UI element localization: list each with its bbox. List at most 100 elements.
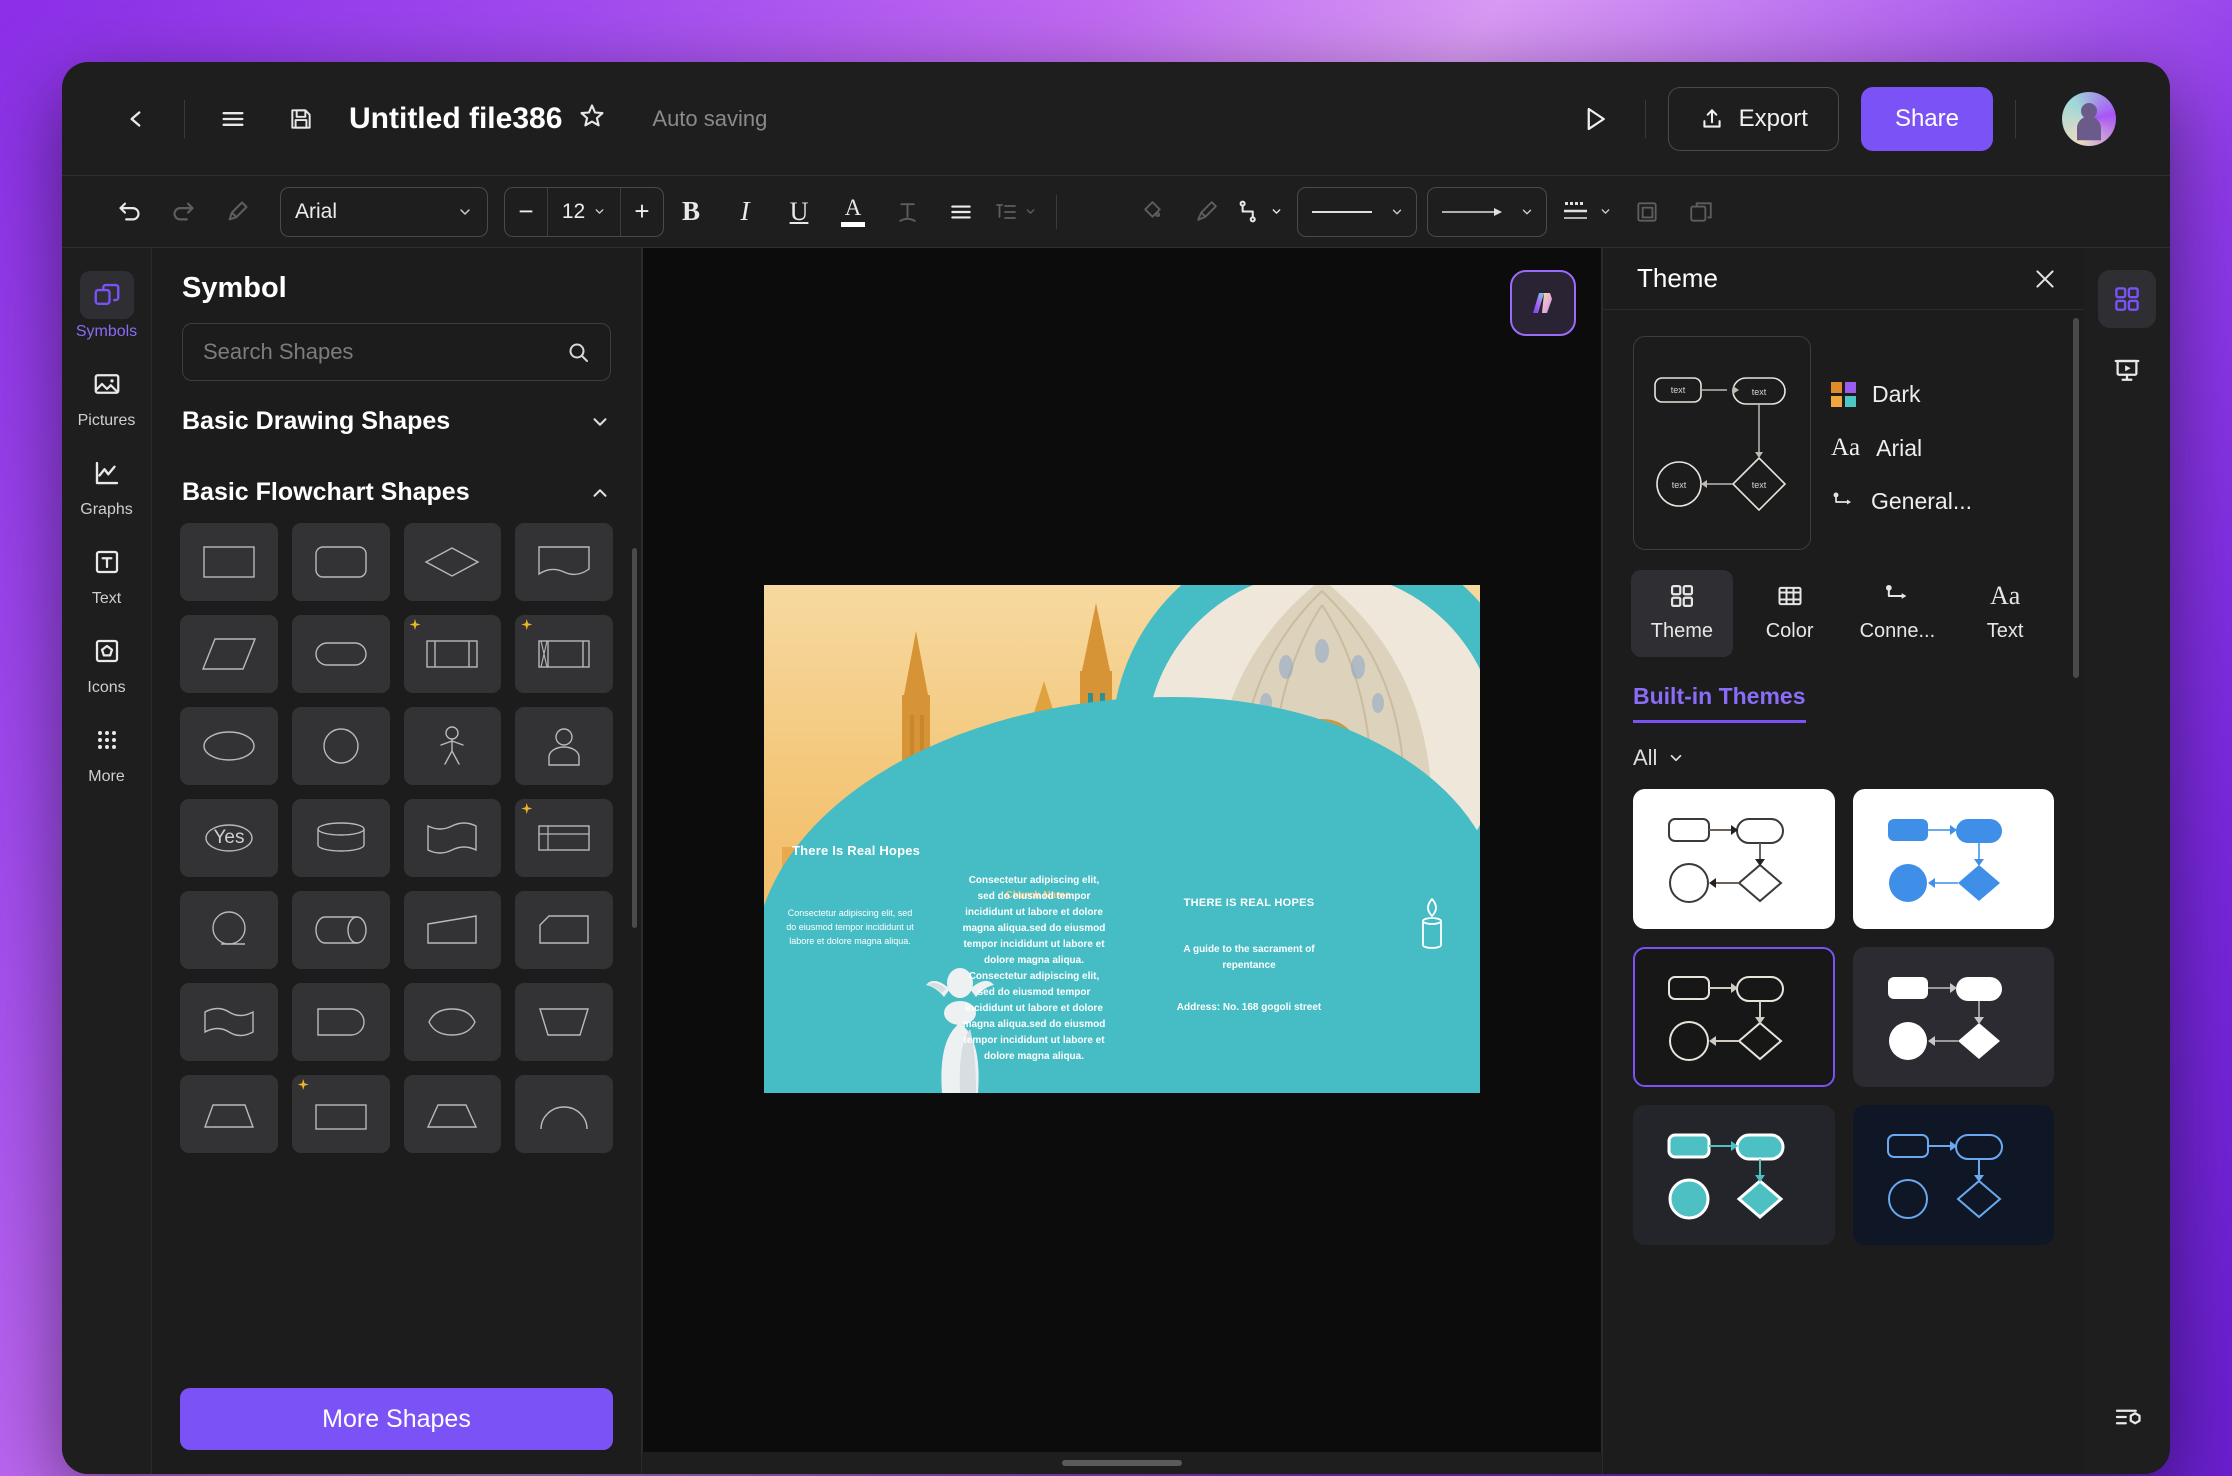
- theme-card-dark-white[interactable]: [1852, 947, 2054, 1087]
- shape-yes-ellipse[interactable]: Yes: [180, 799, 278, 877]
- shape-user-avatar[interactable]: [515, 707, 613, 785]
- shape-wave-document[interactable]: [180, 983, 278, 1061]
- shape-hexagon-partial[interactable]: [403, 1075, 502, 1153]
- shape-direct-access-storage[interactable]: [291, 891, 390, 969]
- font-size-decrease[interactable]: −: [505, 188, 547, 236]
- theme-card-light-outline[interactable]: [1633, 789, 1835, 929]
- shape-rect-partial[interactable]: [291, 1075, 390, 1153]
- shape-rounded-rectangle[interactable]: [291, 523, 390, 601]
- theme-card-light-blue[interactable]: [1852, 789, 2054, 929]
- play-present-icon[interactable]: [1567, 91, 1623, 147]
- brochure-document[interactable]: There Is Real Hopes Consectetur adipisci…: [764, 585, 1480, 1093]
- theme-card-navy-blue[interactable]: [1852, 1105, 2054, 1245]
- frame-icon[interactable]: [1620, 185, 1674, 239]
- chevron-down-icon: [460, 208, 470, 215]
- shape-ellipse[interactable]: [180, 707, 278, 785]
- sidebar-item-pictures[interactable]: Pictures: [68, 351, 146, 434]
- shape-arc-partial[interactable]: [515, 1075, 613, 1153]
- section-basic-flowchart-shapes[interactable]: Basic Flowchart Shapes: [152, 452, 641, 523]
- line-weight-icon[interactable]: [1561, 185, 1612, 239]
- text-box-icon[interactable]: [1071, 185, 1125, 239]
- line-spacing-icon[interactable]: [988, 185, 1042, 239]
- sidebar-item-graphs[interactable]: Graphs: [68, 440, 146, 523]
- hamburger-menu-icon[interactable]: [207, 93, 259, 145]
- tab-color[interactable]: Color: [1739, 570, 1841, 657]
- share-button[interactable]: Share: [1860, 86, 1993, 151]
- sidebar-item-icons[interactable]: Icons: [68, 618, 146, 701]
- undo-icon[interactable]: [102, 185, 156, 239]
- floppy-save-icon[interactable]: [275, 93, 327, 145]
- shape-delay[interactable]: [291, 983, 390, 1061]
- search-input[interactable]: [203, 339, 566, 365]
- built-in-themes-tab[interactable]: Built-in Themes: [1633, 683, 1806, 723]
- tab-text[interactable]: Aa Text: [1954, 570, 2056, 657]
- search-icon[interactable]: [566, 340, 590, 364]
- export-button[interactable]: Export: [1667, 86, 1839, 151]
- canvas-horizontal-scrollbar[interactable]: [1062, 1460, 1182, 1466]
- shape-table[interactable]: [515, 799, 613, 877]
- theme-card-dark-outline[interactable]: [1633, 947, 1835, 1087]
- shape-manual-operation[interactable]: [515, 983, 613, 1061]
- theme-property-font[interactable]: Aa Arial: [1831, 434, 1972, 462]
- font-size-increase[interactable]: +: [621, 188, 663, 236]
- symbol-panel-scrollbar[interactable]: [632, 548, 637, 928]
- font-color-button[interactable]: A: [826, 185, 880, 239]
- connector-icon[interactable]: [1233, 185, 1287, 239]
- shape-database-cylinder[interactable]: [291, 799, 390, 877]
- sidebar-item-label: More: [88, 768, 125, 785]
- shape-document[interactable]: [515, 523, 613, 601]
- bold-button[interactable]: B: [664, 185, 718, 239]
- font-size-select[interactable]: 12: [547, 187, 621, 236]
- theme-property-dark[interactable]: Dark: [1831, 381, 1972, 408]
- brochure-heading: There Is Real Hopes: [792, 843, 921, 858]
- shape-trapezoid-slant[interactable]: [403, 891, 502, 969]
- text-effect-icon[interactable]: [880, 185, 934, 239]
- line-style-select[interactable]: [1297, 186, 1417, 237]
- sidebar-item-text[interactable]: Text: [68, 529, 146, 612]
- shape-tape[interactable]: [403, 799, 502, 877]
- arrow-style-select[interactable]: [1427, 186, 1547, 237]
- avatar[interactable]: [2062, 91, 2116, 146]
- shape-loop-limit[interactable]: [403, 983, 502, 1061]
- shape-card[interactable]: [515, 891, 613, 969]
- chevron-down-icon: [1392, 209, 1402, 214]
- italic-button[interactable]: I: [718, 185, 772, 239]
- format-painter-icon[interactable]: [210, 185, 264, 239]
- close-icon[interactable]: [2032, 266, 2058, 292]
- shape-circle-outline[interactable]: [180, 891, 278, 969]
- brush-icon[interactable]: [1179, 185, 1233, 239]
- shape-decision-diamond[interactable]: [403, 523, 502, 601]
- sidebar-item-more[interactable]: More: [68, 707, 146, 790]
- theme-filter-dropdown[interactable]: All: [1633, 745, 2054, 771]
- theme-property-connector[interactable]: General...: [1831, 488, 1972, 515]
- shape-trapezoid[interactable]: [180, 1075, 278, 1153]
- back-button[interactable]: [110, 93, 162, 145]
- redo-icon[interactable]: [156, 185, 210, 239]
- shape-actor-person[interactable]: [403, 707, 502, 785]
- presentation-toggle[interactable]: [2098, 342, 2156, 400]
- section-basic-drawing-shapes[interactable]: Basic Drawing Shapes: [152, 381, 641, 452]
- more-shapes-button[interactable]: More Shapes: [180, 1388, 613, 1450]
- canvas[interactable]: There Is Real Hopes Consectetur adipisci…: [642, 248, 1602, 1452]
- shape-stadium-terminator[interactable]: [291, 615, 390, 693]
- tab-theme[interactable]: Theme: [1631, 570, 1733, 657]
- tab-connector[interactable]: Conne...: [1847, 570, 1949, 657]
- theme-card-dark-teal[interactable]: [1633, 1105, 1835, 1245]
- shape-circle[interactable]: [291, 707, 390, 785]
- theme-panel-toggle[interactable]: [2098, 270, 2156, 328]
- shape-parallelogram-data[interactable]: [180, 615, 278, 693]
- properties-toggle[interactable]: [2098, 1388, 2156, 1446]
- search-shapes-box[interactable]: [182, 323, 611, 381]
- shape-process-rectangle[interactable]: [180, 523, 278, 601]
- shape-predefined-process[interactable]: [403, 615, 502, 693]
- align-icon[interactable]: [934, 185, 988, 239]
- app-logo-icon[interactable]: [1510, 270, 1576, 336]
- fill-bucket-icon[interactable]: [1125, 185, 1179, 239]
- sidebar-item-symbols[interactable]: Symbols: [68, 262, 146, 345]
- font-family-select[interactable]: Arial: [280, 186, 488, 237]
- shape-internal-storage[interactable]: [515, 615, 613, 693]
- underline-button[interactable]: U: [772, 185, 826, 239]
- theme-panel-scrollbar[interactable]: [2073, 318, 2079, 678]
- star-icon[interactable]: [578, 102, 606, 135]
- layers-icon[interactable]: [1674, 185, 1728, 239]
